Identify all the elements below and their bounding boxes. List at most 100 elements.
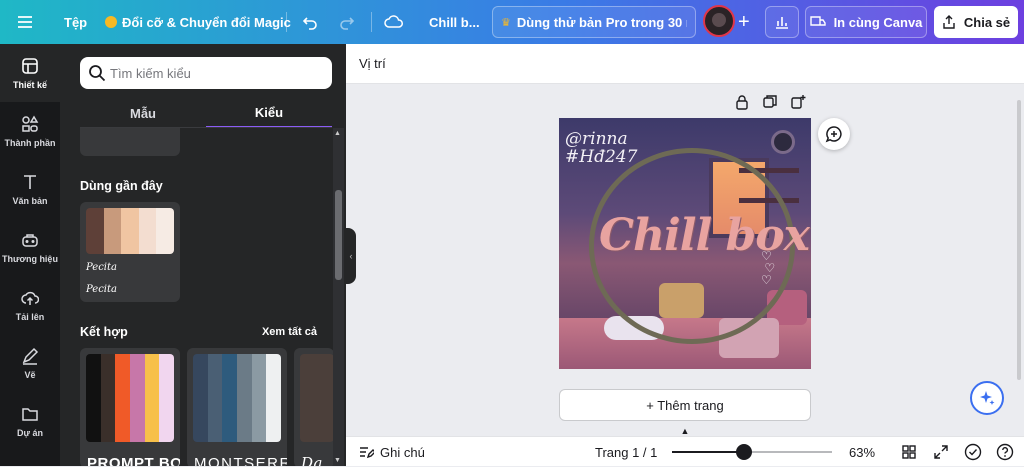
upload-icon: [21, 291, 39, 305]
rail-item-design[interactable]: Thiết kế: [0, 44, 60, 102]
color-palette: [300, 354, 334, 442]
rail-item-elements[interactable]: Thành phần: [0, 102, 60, 160]
rail-item-brand[interactable]: Thương hiệu: [0, 218, 60, 276]
tab-styles[interactable]: Kiểu: [206, 98, 332, 128]
rail-label: Vẽ: [24, 369, 36, 380]
comment-plus-icon: [825, 126, 842, 143]
pro-trial-label: Dùng thử bản Pro trong 30 n...: [516, 14, 687, 30]
zoom-slider-fill: [672, 451, 744, 453]
add-comment-button[interactable]: [818, 118, 850, 150]
styles-panel: Tìm kiếm kiểu Mẫu Kiểu Dùng gần đây Peci…: [60, 44, 346, 466]
redo-icon[interactable]: [338, 0, 356, 44]
see-all-link[interactable]: Xem tất cả: [262, 326, 317, 338]
panel-scrollbar-thumb[interactable]: [335, 190, 342, 280]
canvas-scrollbar[interactable]: [1017, 100, 1021, 380]
add-collaborator-icon[interactable]: +: [738, 0, 750, 44]
divider: [371, 12, 372, 32]
notes-icon: [360, 447, 374, 459]
zoom-slider[interactable]: [672, 444, 832, 460]
record-illustration: [771, 130, 795, 154]
combo-style-card-3[interactable]: Da: [294, 348, 334, 466]
zoom-level[interactable]: 63%: [849, 437, 875, 467]
print-label: In cùng Canva: [833, 14, 923, 30]
color-swatch: [86, 208, 104, 254]
text-icon: [24, 174, 36, 189]
panel-scrollbar[interactable]: [333, 128, 344, 466]
grid-view-icon[interactable]: [901, 437, 917, 467]
scroll-up-icon[interactable]: ▲: [334, 130, 341, 137]
hearts-decoration: ♡ ♡ ♡: [761, 249, 776, 287]
magic-assistant-button[interactable]: [970, 381, 1004, 415]
analytics-icon[interactable]: [765, 6, 799, 38]
print-with-canva-button[interactable]: In cùng Canva: [805, 6, 927, 38]
file-menu[interactable]: Tệp: [64, 0, 87, 44]
rail-label: Thiết kế: [12, 79, 47, 90]
color-swatch: [266, 354, 281, 442]
add-page-icon[interactable]: [790, 94, 806, 110]
design-canvas[interactable]: @rinna #Hđ247 Chill box ♡ ♡ ♡: [559, 118, 811, 369]
side-rail: Thiết kế Thành phần Văn bản Thương hiệu …: [0, 44, 60, 466]
rail-item-draw[interactable]: Vẽ: [0, 334, 60, 392]
search-placeholder: Tìm kiếm kiểu: [110, 65, 191, 81]
divider: [286, 12, 287, 32]
share-button[interactable]: Chia sẻ: [934, 6, 1018, 38]
color-swatch: [121, 208, 139, 254]
chevron-up-icon[interactable]: ▲: [678, 426, 692, 436]
share-label: Chia sẻ: [963, 14, 1011, 30]
color-swatch: [193, 354, 208, 442]
search-input[interactable]: Tìm kiếm kiểu: [80, 57, 332, 89]
pro-trial-button[interactable]: ♛ Dùng thử bản Pro trong 30 n...: [492, 6, 696, 38]
context-toolbar: Vị trí: [346, 44, 1024, 84]
color-swatch: [156, 208, 174, 254]
rail-label: Tải lên: [15, 311, 45, 322]
color-swatch: [130, 354, 145, 442]
color-palette: [86, 354, 174, 442]
rail-item-text[interactable]: Văn bản: [0, 160, 60, 218]
resize-label: Đổi cỡ & Chuyển đổi Magic: [122, 14, 291, 30]
undo-icon[interactable]: [301, 0, 319, 44]
resize-magic-switch-button[interactable]: Đổi cỡ & Chuyển đổi Magic: [105, 0, 291, 44]
help-icon[interactable]: [996, 437, 1014, 467]
combo-section-title: Kết hợp: [80, 325, 128, 339]
combo-style-card-1[interactable]: PROMPT BOLD: [80, 348, 180, 466]
avatar[interactable]: [703, 5, 735, 37]
sparkle-icon: [980, 391, 995, 405]
color-swatch: [103, 208, 122, 254]
page-indicator[interactable]: Trang 1 / 1: [595, 437, 657, 467]
color-swatch: [86, 354, 101, 442]
truck-icon: [809, 16, 826, 26]
recent-style-card[interactable]: Pecita Pecita: [80, 202, 180, 302]
search-icon: [89, 65, 106, 82]
zoom-slider-knob[interactable]: [736, 444, 752, 460]
share-icon: [943, 15, 955, 29]
fullscreen-icon[interactable]: [933, 437, 949, 467]
rail-label: Dự án: [16, 427, 44, 438]
rail-item-projects[interactable]: Dự án: [0, 392, 60, 450]
combo-style-card-2[interactable]: MONTSERRAT: [187, 348, 287, 466]
check-circle-icon[interactable]: [964, 437, 982, 467]
page-tools: [734, 94, 806, 110]
add-page-button[interactable]: + Thêm trang: [559, 389, 811, 421]
rail-item-uploads[interactable]: Tải lên: [0, 276, 60, 334]
lock-icon[interactable]: [734, 94, 750, 110]
draw-icon: [22, 347, 39, 365]
previous-style-card[interactable]: [80, 128, 180, 156]
scroll-down-icon[interactable]: ▼: [334, 457, 341, 464]
color-swatch: [100, 354, 116, 442]
canvas-handle-text[interactable]: @rinna #Hđ247: [565, 130, 637, 166]
notes-button[interactable]: Ghi chú: [358, 437, 425, 467]
menu-icon[interactable]: [16, 0, 34, 44]
tab-templates[interactable]: Mẫu: [80, 98, 206, 128]
duplicate-icon[interactable]: [762, 94, 778, 110]
top-bar: Tệp Đổi cỡ & Chuyển đổi Magic Chill b...…: [0, 0, 1024, 44]
cloud-save-icon[interactable]: [384, 0, 404, 44]
document-title[interactable]: Chill b...: [429, 0, 480, 44]
font-sample: Da: [301, 454, 323, 466]
notes-label: Ghi chú: [380, 444, 425, 460]
canvas-title-text[interactable]: Chill box: [599, 210, 810, 261]
rail-label: Thành phần: [4, 137, 56, 148]
collapse-panel-handle[interactable]: ‹: [346, 228, 356, 284]
color-swatch: [222, 354, 238, 442]
rail-label: Văn bản: [12, 195, 48, 206]
position-button[interactable]: Vị trí: [359, 56, 386, 71]
